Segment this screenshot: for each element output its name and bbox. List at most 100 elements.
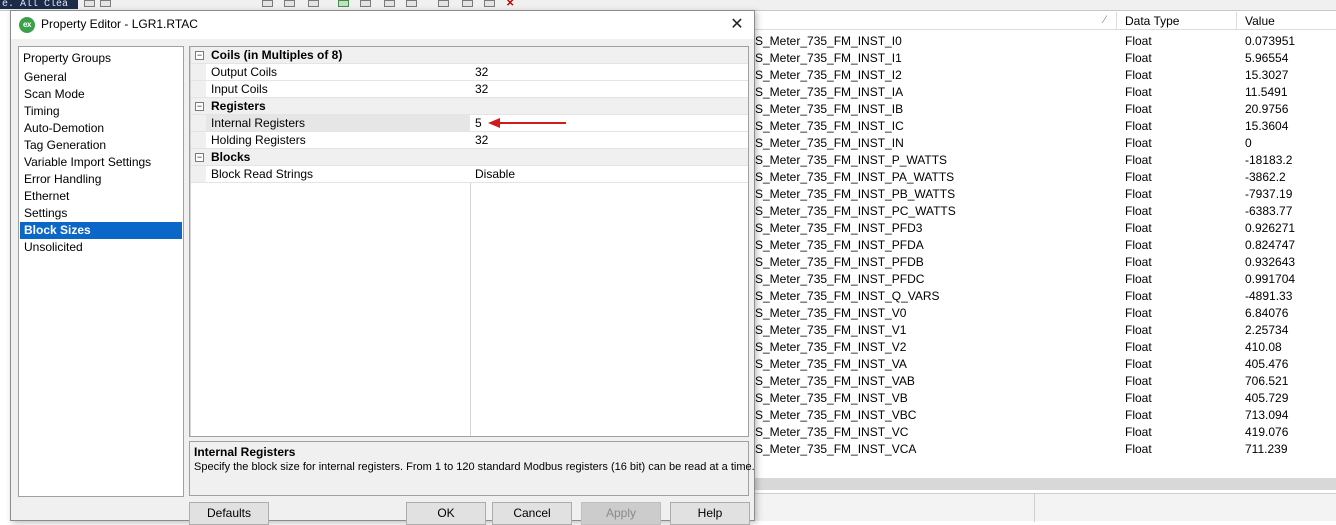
property-value[interactable]: 32	[475, 82, 488, 96]
tag-data-type: Float	[1125, 153, 1152, 167]
tag-name: S_Meter_735_FM_INST_PFDC	[755, 272, 925, 286]
tag-row[interactable]: S_Meter_735_FM_INST_PFDB Float 0.932643	[755, 254, 1336, 271]
category-coils[interactable]: − Coils (in Multiples of 8)	[190, 47, 748, 64]
column-header-data-type[interactable]: Data Type	[1125, 14, 1179, 28]
tag-name: S_Meter_735_FM_INST_VB	[755, 391, 908, 405]
tag-row[interactable]: S_Meter_735_FM_INST_VB Float 405.729	[755, 390, 1336, 407]
property-value[interactable]: 32	[475, 133, 488, 147]
column-header-value[interactable]: Value	[1245, 14, 1275, 28]
tag-row[interactable]: S_Meter_735_FM_INST_PA_WATTS Float -3862.2	[755, 169, 1336, 186]
collapse-icon[interactable]: −	[195, 153, 204, 162]
tag-data-type: Float	[1125, 357, 1152, 371]
tag-row[interactable]: S_Meter_735_FM_INST_VAB Float 706.521	[755, 373, 1336, 390]
save-icon[interactable]	[308, 0, 319, 7]
tag-row[interactable]: S_Meter_735_FM_INST_IB Float 20.9756	[755, 101, 1336, 118]
property-group-auto-demotion[interactable]: Auto-Demotion	[20, 120, 182, 137]
horizontal-scrollbar[interactable]	[755, 478, 1336, 490]
help-button[interactable]: Help	[670, 502, 750, 525]
tag-value: 0	[1245, 136, 1252, 150]
collapse-icon[interactable]: −	[195, 51, 204, 60]
property-value[interactable]: 32	[475, 65, 488, 79]
dialog-titlebar[interactable]: ex Property Editor - LGR1.RTAC ✕	[11, 11, 754, 39]
property-row-output-coils[interactable]: Output Coils 32	[190, 64, 748, 81]
property-group-tag-generation[interactable]: Tag Generation	[20, 137, 182, 154]
property-row-holding-registers[interactable]: Holding Registers 32	[190, 132, 748, 149]
tag-data-type: Float	[1125, 221, 1152, 235]
tag-data-type: Float	[1125, 102, 1152, 116]
toolbar-icon[interactable]	[262, 0, 273, 7]
property-group-settings[interactable]: Settings	[20, 205, 182, 222]
property-value[interactable]: 5	[475, 116, 482, 130]
toolbar-icon[interactable]	[100, 0, 111, 7]
property-group-scan-mode[interactable]: Scan Mode	[20, 86, 182, 103]
status-bar	[755, 493, 1336, 522]
property-row-input-coils[interactable]: Input Coils 32	[190, 81, 748, 98]
tag-value: 0.932643	[1245, 255, 1296, 269]
property-group-error-handling[interactable]: Error Handling	[20, 171, 182, 188]
paste-icon[interactable]	[484, 0, 495, 7]
tag-data-type: Float	[1125, 340, 1152, 354]
property-group-timing[interactable]: Timing	[20, 103, 182, 120]
category-registers[interactable]: − Registers	[190, 98, 748, 115]
tag-row[interactable]: S_Meter_735_FM_INST_VA Float 405.476	[755, 356, 1336, 373]
property-value[interactable]: Disable	[475, 167, 515, 181]
property-group-variable-import-settings[interactable]: Variable Import Settings	[20, 154, 182, 171]
collapse-icon[interactable]: −	[195, 102, 204, 111]
toolbar-icon[interactable]	[360, 0, 371, 7]
apply-button[interactable]: Apply	[581, 502, 661, 525]
tag-row[interactable]: S_Meter_735_FM_INST_PB_WATTS Float -7937.1…	[755, 186, 1336, 203]
description-panel: Internal Registers Specify the block siz…	[189, 441, 755, 496]
toolbar-icon[interactable]	[284, 0, 295, 7]
tag-value: 0.824747	[1245, 238, 1296, 252]
tag-value: 405.476	[1245, 357, 1289, 371]
property-group-block-sizes[interactable]: Block Sizes	[20, 222, 182, 239]
tag-row[interactable]: S_Meter_735_FM_INST_V1 Float 2.25734	[755, 322, 1336, 339]
defaults-button[interactable]: Defaults	[189, 502, 269, 525]
tag-row[interactable]: S_Meter_735_FM_INST_VBC Float 713.094	[755, 407, 1336, 424]
tag-value: 15.3027	[1245, 68, 1289, 82]
tag-name: S_Meter_735_FM_INST_IB	[755, 102, 904, 116]
close-button[interactable]: ✕	[724, 13, 750, 37]
tag-row[interactable]: S_Meter_735_FM_INST_PFDA Float 0.824747	[755, 237, 1336, 254]
toolbar-icon[interactable]	[84, 0, 95, 7]
tag-row[interactable]: S_Meter_735_FM_INST_P_WATTS Float -18183.2	[755, 152, 1336, 169]
tag-row[interactable]: S_Meter_735_FM_INST_V0 Float 6.84076	[755, 305, 1336, 322]
toolbar-icon[interactable]	[406, 0, 417, 7]
tag-row[interactable]: S_Meter_735_FM_INST_VCA Float 711.239	[755, 441, 1336, 458]
tag-value: 2.25734	[1245, 323, 1289, 337]
property-group-ethernet[interactable]: Ethernet	[20, 188, 182, 205]
tag-row[interactable]: S_Meter_735_FM_INST_IC Float 15.3604	[755, 118, 1336, 135]
tag-data-type: Float	[1125, 323, 1152, 337]
property-row-internal-registers[interactable]: Internal Registers 5	[190, 115, 748, 132]
toolbar-icon[interactable]	[384, 0, 395, 7]
tag-value: 5.96554	[1245, 51, 1289, 65]
column-divider[interactable]	[1116, 12, 1117, 30]
tag-row[interactable]: S_Meter_735_FM_INST_PC_WATTS Float -6383.7…	[755, 203, 1336, 220]
tag-row[interactable]: S_Meter_735_FM_INST_I1 Float 5.96554	[755, 50, 1336, 67]
tag-row[interactable]: S_Meter_735_FM_INST_PFDC Float 0.991704	[755, 271, 1336, 288]
tag-row[interactable]: S_Meter_735_FM_INST_V2 Float 410.08	[755, 339, 1336, 356]
tag-row[interactable]: S_Meter_735_FM_INST_VC Float 419.076	[755, 424, 1336, 441]
property-group-general[interactable]: General	[20, 69, 182, 86]
column-divider[interactable]	[1236, 12, 1237, 30]
tag-row[interactable]: S_Meter_735_FM_INST_Q_VARS Float -4891.33	[755, 288, 1336, 305]
delete-icon[interactable]: ✕	[506, 0, 517, 9]
tag-row[interactable]: S_Meter_735_FM_INST_IA Float 11.5491	[755, 84, 1336, 101]
tag-row[interactable]: S_Meter_735_FM_INST_I0 Float 0.073951	[755, 33, 1336, 50]
new-tag-icon[interactable]	[338, 0, 349, 7]
property-group-unsolicited[interactable]: Unsolicited	[20, 239, 182, 256]
ok-button[interactable]: OK	[406, 502, 486, 525]
copy-icon[interactable]	[462, 0, 473, 7]
tag-name: S_Meter_735_FM_INST_I2	[755, 68, 902, 82]
tag-value: -4891.33	[1245, 289, 1293, 303]
tag-row[interactable]: S_Meter_735_FM_INST_IN Float 0	[755, 135, 1336, 152]
tag-data-type: Float	[1125, 170, 1152, 184]
tag-row[interactable]: S_Meter_735_FM_INST_I2 Float 15.3027	[755, 67, 1336, 84]
tag-row[interactable]: S_Meter_735_FM_INST_PFD3 Float 0.926271	[755, 220, 1336, 237]
tag-name: S_Meter_735_FM_INST_PA_WATTS	[755, 170, 955, 184]
undo-icon[interactable]	[438, 0, 449, 7]
category-blocks[interactable]: − Blocks	[190, 149, 748, 166]
property-groups-title: Property Groups	[23, 51, 112, 65]
cancel-button[interactable]: Cancel	[492, 502, 572, 525]
property-row-block-read-strings[interactable]: Block Read Strings Disable	[190, 166, 748, 183]
